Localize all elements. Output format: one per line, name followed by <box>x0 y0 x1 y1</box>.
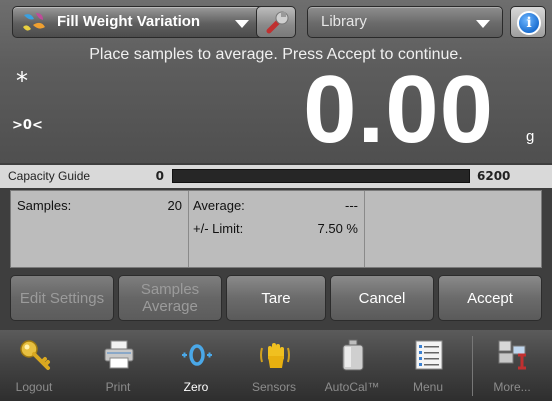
more-features-icon <box>498 340 526 370</box>
limit-value: 7.50 % <box>317 221 358 236</box>
limit-label: +/- Limit: <box>193 221 244 236</box>
edit-settings-button[interactable]: Edit Settings <box>10 275 114 321</box>
capacity-guide-max: 6200 <box>477 169 511 183</box>
capacity-guide-label: Capacity Guide <box>8 169 91 183</box>
samples-value: 20 <box>167 198 182 213</box>
nav-logout[interactable]: Logout <box>2 330 66 401</box>
samples-label: Samples: <box>17 198 72 213</box>
info-icon: i <box>517 11 541 35</box>
weighing-display: Fill Weight Variation Library i Place sa… <box>0 0 552 163</box>
nav-menu[interactable]: Menu <box>396 330 460 401</box>
library-label: Library <box>321 13 367 30</box>
application-name: Fill Weight Variation <box>57 13 201 30</box>
tare-button[interactable]: Tare <box>226 275 326 321</box>
menu-list-icon <box>415 340 443 370</box>
settings-button[interactable] <box>256 6 296 38</box>
nav-autocal[interactable]: AutoCal™ <box>320 330 384 401</box>
nav-menu-label: Menu <box>412 380 444 394</box>
nav-zero-label: Zero <box>183 380 209 394</box>
key-icon <box>20 340 50 370</box>
weight-readout: 0.00 <box>303 56 494 163</box>
softkey-bar: Edit Settings Samples Average Tare Cance… <box>0 272 552 324</box>
fill-weight-icon <box>23 13 45 31</box>
nav-print[interactable]: Print <box>86 330 150 401</box>
library-selector[interactable]: Library <box>307 6 503 38</box>
cancel-button[interactable]: Cancel <box>330 275 434 321</box>
chevron-down-icon <box>235 20 249 28</box>
bottom-navigation: Logout Print Zero Sensors AutoCal™ Menu … <box>0 330 552 401</box>
calibration-weight-icon <box>342 339 364 371</box>
center-of-zero-indicator: >0< <box>12 118 43 133</box>
nav-more-label: More... <box>493 380 531 394</box>
nav-autocal-label: AutoCal™ <box>324 380 380 394</box>
application-selector[interactable]: Fill Weight Variation <box>12 6 270 38</box>
results-panel: Samples: 20 Average: --- +/- Limit: 7.50… <box>10 190 542 268</box>
hand-sensor-icon <box>260 343 290 368</box>
capacity-bar <box>172 169 470 183</box>
nav-more[interactable]: More... <box>480 330 544 401</box>
nav-sensors[interactable]: Sensors <box>242 330 306 401</box>
wrench-icon <box>266 11 289 34</box>
stability-indicator: * <box>16 67 28 95</box>
samples-cell: Samples: 20 <box>11 191 189 267</box>
chevron-down-icon <box>476 20 490 28</box>
capacity-guide: Capacity Guide 0 6200 <box>0 165 552 188</box>
nav-logout-label: Logout <box>15 380 53 394</box>
printer-icon <box>104 340 134 369</box>
zero-icon <box>182 344 212 366</box>
nav-sensors-label: Sensors <box>251 380 297 394</box>
capacity-guide-min: 0 <box>155 169 164 183</box>
nav-print-label: Print <box>105 380 131 394</box>
average-value: --- <box>345 198 358 213</box>
samples-average-button[interactable]: Samples Average <box>118 275 222 321</box>
accept-button[interactable]: Accept <box>438 275 542 321</box>
nav-divider <box>472 336 473 396</box>
weight-unit[interactable]: g <box>526 128 534 145</box>
average-label: Average: <box>193 198 245 213</box>
nav-zero[interactable]: Zero <box>164 330 228 401</box>
info-button[interactable]: i <box>510 6 546 38</box>
average-cell: Average: --- +/- Limit: 7.50 % <box>189 191 365 267</box>
